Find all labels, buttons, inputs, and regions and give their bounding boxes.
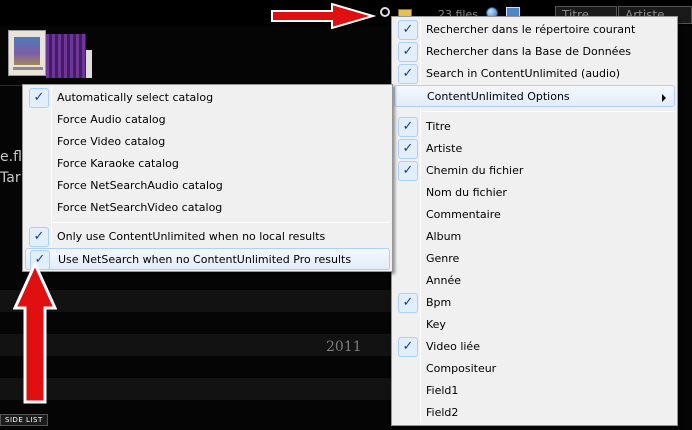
menu-item-field-compositeur[interactable]: Compositeur: [394, 358, 675, 380]
check-icon: ✓: [29, 227, 49, 247]
menu-item-force-video[interactable]: Force Video catalog: [25, 131, 390, 153]
thumbnail-edge: [86, 50, 92, 78]
side-list-tab[interactable]: SIDE LIST: [0, 414, 48, 426]
menu-item-use-netsearch[interactable]: ✓ Use NetSearch when no ContentUnlimited…: [25, 248, 390, 270]
menu-item-contentunlimited-options[interactable]: ContentUnlimited Options: [394, 85, 675, 107]
menu-item-field-bpm[interactable]: ✓ Bpm: [394, 292, 675, 314]
menu-item-label: Album: [426, 230, 462, 243]
menu-item-field-titre[interactable]: ✓ Titre: [394, 116, 675, 138]
menu-item-label: Search in ContentUnlimited (audio): [426, 67, 621, 80]
menu-item-label: Force NetSearchAudio catalog: [57, 179, 223, 192]
menu-item-search-contentunlimited[interactable]: ✓ Search in ContentUnlimited (audio): [394, 63, 675, 85]
check-icon: ✓: [398, 20, 418, 40]
menu-item-label: Rechercher dans le répertoire courant: [426, 23, 636, 36]
menu-item-field-nom[interactable]: Nom du fichier: [394, 182, 675, 204]
search-icon[interactable]: [380, 7, 390, 17]
menu-item-field-chemin[interactable]: ✓ Chemin du fichier: [394, 160, 675, 182]
check-icon: ✓: [398, 293, 418, 313]
menu-item-label: Field1: [426, 384, 459, 397]
check-icon: ✓: [398, 117, 418, 137]
menu-item-label: Video liée: [426, 340, 480, 353]
menu-item-field-commentaire[interactable]: Commentaire: [394, 204, 675, 226]
menu-item-label: Force NetSearchVideo catalog: [57, 201, 223, 214]
red-arrow-icon: [271, 3, 376, 29]
menu-item-label: Automatically select catalog: [57, 91, 214, 104]
menu-item-field-key[interactable]: Key: [394, 314, 675, 336]
menu-item-only-contentunlimited[interactable]: ✓ Only use ContentUnlimited when no loca…: [25, 226, 390, 248]
menu-item-label: Compositeur: [426, 362, 497, 375]
check-icon: ✓: [398, 42, 418, 62]
check-icon: ✓: [398, 139, 418, 159]
menu-item-label: Artiste: [426, 142, 463, 155]
menu-item-search-current-dir[interactable]: ✓ Rechercher dans le répertoire courant: [394, 19, 675, 41]
year-cell: 2011: [326, 339, 362, 355]
menu-item-force-karaoke[interactable]: Force Karaoke catalog: [25, 153, 390, 175]
menu-item-label: Force Karaoke catalog: [57, 157, 179, 170]
menu-item-force-netsearch-audio[interactable]: Force NetSearchAudio catalog: [25, 175, 390, 197]
menu-item-label: Commentaire: [426, 208, 501, 221]
album-art-thumbnail[interactable]: [8, 30, 46, 76]
menu-item-label: ContentUnlimited Options: [427, 90, 570, 103]
menu-separator: [422, 111, 675, 112]
menu-item-label: Use NetSearch when no ContentUnlimited P…: [58, 253, 352, 266]
menu-item-auto-select-catalog[interactable]: ✓ Automatically select catalog: [25, 87, 390, 109]
menu-item-field-field2[interactable]: Field2: [394, 402, 675, 424]
menu-separator: [53, 222, 390, 223]
search-options-menu: ✓ Rechercher dans le répertoire courant …: [391, 16, 678, 426]
menu-item-label: Bpm: [426, 296, 452, 309]
check-icon: ✓: [398, 161, 418, 181]
menu-item-field-artiste[interactable]: ✓ Artiste: [394, 138, 675, 160]
menu-item-label: Titre: [426, 120, 451, 133]
menu-item-force-netsearch-video[interactable]: Force NetSearchVideo catalog: [25, 197, 390, 219]
menu-item-label: Key: [426, 318, 446, 331]
contentunlimited-options-submenu: ✓ Automatically select catalog Force Aud…: [22, 84, 393, 272]
video-thumbnail[interactable]: [46, 34, 86, 78]
submenu-arrow-icon: [662, 94, 666, 102]
album-art-image: [14, 37, 40, 65]
check-icon: ✓: [398, 337, 418, 357]
menu-item-label: Rechercher dans la Base de Données: [426, 45, 631, 58]
check-icon: ✓: [29, 88, 49, 108]
menu-item-label: Chemin du fichier: [426, 164, 524, 177]
menu-item-field-video-liee[interactable]: ✓ Video liée: [394, 336, 675, 358]
red-arrow-icon: [13, 262, 57, 404]
menu-item-label: Force Audio catalog: [57, 113, 166, 126]
menu-item-label: Genre: [426, 252, 460, 265]
menu-item-label: Only use ContentUnlimited when no local …: [57, 230, 326, 243]
menu-item-field-genre[interactable]: Genre: [394, 248, 675, 270]
title-fragment: Tar: [0, 170, 21, 186]
album-art-caption: [13, 67, 43, 70]
menu-item-field-album[interactable]: Album: [394, 226, 675, 248]
menu-item-search-database[interactable]: ✓ Rechercher dans la Base de Données: [394, 41, 675, 63]
table-row[interactable]: [0, 290, 395, 312]
menu-item-label: Field2: [426, 406, 459, 419]
menu-item-label: Force Video catalog: [57, 135, 166, 148]
menu-item-field-field1[interactable]: Field1: [394, 380, 675, 402]
menu-item-label: Nom du fichier: [426, 186, 507, 199]
menu-item-label: Année: [426, 274, 462, 287]
table-row[interactable]: [0, 378, 395, 400]
check-icon: ✓: [398, 64, 418, 84]
menu-item-field-annee[interactable]: Année: [394, 270, 675, 292]
menu-item-force-audio[interactable]: Force Audio catalog: [25, 109, 390, 131]
